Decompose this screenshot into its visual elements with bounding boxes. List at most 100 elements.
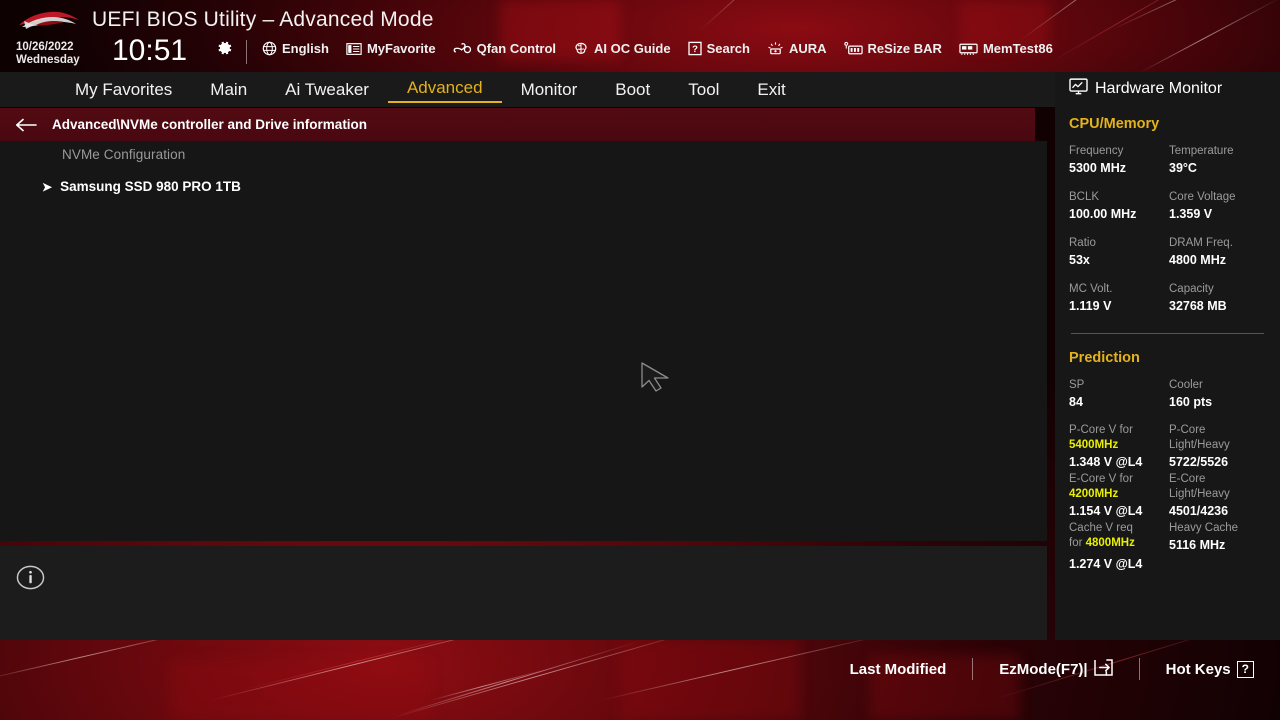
- toolbar-item-search[interactable]: ? Search: [687, 41, 750, 56]
- readout-label: Heavy Cache 5116 MHz: [1169, 521, 1266, 555]
- hot-keys-label: Hot Keys: [1165, 660, 1231, 678]
- toolbar-item-resize-bar[interactable]: ReSize BAR: [843, 41, 942, 56]
- menu-tab-tool[interactable]: Tool: [669, 78, 738, 102]
- aura-light-icon: [767, 41, 784, 56]
- readout-value: 1.154 V @L4: [1069, 504, 1143, 518]
- readout-label: P-Core Light/Heavy: [1169, 423, 1266, 453]
- sidebar-title: Hardware Monitor: [1069, 78, 1266, 100]
- menu-tab-my-favorites[interactable]: My Favorites: [56, 78, 191, 102]
- readout-value: 32768 MB: [1169, 299, 1227, 313]
- main-menu-bar: My Favorites Main Ai Tweaker Advanced Mo…: [0, 72, 1055, 107]
- toolbar-label: English: [282, 41, 329, 56]
- sidebar-divider: [1071, 333, 1264, 334]
- fan-icon: [453, 41, 472, 56]
- readout-label: P-Core V for 5400MHz: [1069, 423, 1169, 453]
- readout-label: Temperature: [1169, 145, 1234, 157]
- readout-label: Ratio: [1069, 237, 1096, 249]
- readout-label: Frequency: [1069, 145, 1124, 157]
- help-info-strip: [0, 546, 1047, 640]
- menu-tab-boot[interactable]: Boot: [596, 78, 669, 102]
- readout-label-text: P-Core V for: [1069, 424, 1133, 436]
- breadcrumb: Advanced\NVMe controller and Drive infor…: [0, 108, 1035, 141]
- info-circle-icon[interactable]: [16, 563, 45, 592]
- brain-icon: [573, 42, 589, 56]
- globe-icon: [262, 41, 277, 56]
- date-value: 10/26/2022: [16, 41, 74, 53]
- bios-screen: UEFI BIOS Utility – Advanced Mode 10/26/…: [0, 0, 1280, 720]
- readout-value: 1.274 V @L4: [1069, 557, 1143, 571]
- date-display: 10/26/2022 Wednesday: [16, 41, 80, 66]
- toolbar-label: ReSize BAR: [867, 41, 942, 56]
- hot-keys-button[interactable]: Hot Keys ?: [1140, 660, 1280, 678]
- readout-label-text: Light/Heavy: [1169, 439, 1230, 451]
- readout-value: 5722/5526: [1169, 455, 1229, 469]
- breadcrumb-path: Advanced\NVMe controller and Drive infor…: [52, 117, 368, 132]
- readout-label: Capacity: [1169, 283, 1214, 295]
- list-item-samsung-ssd-980-pro-1tb[interactable]: ➤ Samsung SSD 980 PRO 1TB: [42, 179, 241, 194]
- sidebar-section-cpu-memory: CPU/Memory: [1069, 116, 1160, 132]
- weekday-value: Wednesday: [16, 53, 80, 66]
- section-header-nvme-configuration: NVMe Configuration: [62, 147, 186, 162]
- readout-value: 39°C: [1169, 161, 1197, 175]
- readout-value: 5300 MHz: [1069, 161, 1126, 175]
- readout-label-highlight: 4800MHz: [1085, 537, 1135, 549]
- ezmode-button[interactable]: EzMode(F7)|: [973, 658, 1138, 680]
- toolbar-item-english[interactable]: English: [262, 41, 329, 56]
- svg-text:?: ?: [692, 44, 698, 55]
- readout-label-text: for: [1069, 537, 1083, 549]
- list-item-label: Samsung SSD 980 PRO 1TB: [60, 179, 241, 194]
- toolbar-item-myfavorite[interactable]: MyFavorite: [346, 41, 436, 56]
- favorites-list-icon: [346, 42, 362, 56]
- resize-bar-icon: [843, 41, 863, 56]
- back-arrow-icon[interactable]: [0, 118, 52, 132]
- toolbar-label: MemTest86: [982, 41, 1053, 56]
- readout-label: SP: [1069, 379, 1085, 391]
- menu-tab-main[interactable]: Main: [191, 78, 266, 102]
- readout-label-text: Cache V req: [1069, 522, 1133, 534]
- readout-label-text: Light/Heavy: [1169, 488, 1230, 500]
- toolbar-label: AURA: [788, 41, 827, 56]
- readout-value: 1.359 V: [1169, 207, 1213, 221]
- gear-icon[interactable]: [214, 38, 234, 58]
- submenu-arrow-icon: ➤: [42, 179, 53, 194]
- last-modified-button[interactable]: Last Modified: [824, 661, 973, 678]
- header-toolbar: English MyFavorite Qfan Control AI OC Gu…: [262, 41, 1053, 56]
- sidebar-section-prediction: Prediction: [1069, 350, 1140, 366]
- header-bar: UEFI BIOS Utility – Advanced Mode 10/26/…: [0, 0, 1280, 72]
- readout-value: 4800 MHz: [1169, 253, 1226, 267]
- menu-tab-monitor[interactable]: Monitor: [502, 78, 597, 102]
- readout-label: Cooler: [1169, 379, 1203, 391]
- readout-value: 1.119 V: [1069, 299, 1112, 313]
- readout-label-highlight: 5400MHz: [1069, 439, 1119, 451]
- toolbar-item-ai-oc-guide[interactable]: AI OC Guide: [573, 41, 671, 56]
- readout-label-text: P-Core: [1169, 424, 1206, 436]
- ezmode-label: EzMode(F7)|: [999, 660, 1088, 678]
- readout-value: 5116 MHz: [1169, 538, 1226, 552]
- toolbar-label: AI OC Guide: [594, 41, 671, 56]
- readout-label-text: E-Core V for: [1069, 473, 1133, 485]
- readout-value: 100.00 MHz: [1069, 207, 1137, 221]
- footer-bar: Last Modified EzMode(F7)| Hot Keys ? Ver…: [0, 640, 1280, 720]
- question-box-icon: ?: [687, 41, 702, 56]
- hot-keys-badge: ?: [1236, 660, 1254, 678]
- menu-tab-ai-tweaker[interactable]: Ai Tweaker: [266, 78, 388, 102]
- sidebar-title-label: Hardware Monitor: [1095, 80, 1223, 97]
- exit-arrow-icon: [1093, 658, 1113, 680]
- readout-value: 4501/4236: [1169, 504, 1229, 518]
- hardware-monitor-sidebar: Hardware Monitor CPU/Memory Frequency Te…: [1055, 72, 1280, 640]
- menu-tab-advanced[interactable]: Advanced: [387, 76, 502, 103]
- menu-tab-exit[interactable]: Exit: [738, 78, 804, 102]
- readout-label: E-Core V for 4200MHz: [1069, 472, 1169, 502]
- toolbar-item-memtest86[interactable]: MemTest86: [959, 41, 1053, 56]
- content-panel: NVMe Configuration ➤ Samsung SSD 980 PRO…: [0, 141, 1047, 541]
- toolbar-item-aura[interactable]: AURA: [767, 41, 827, 56]
- toolbar-label: Qfan Control: [476, 41, 557, 56]
- readout-value: 84: [1069, 395, 1083, 409]
- toolbar-item-qfan-control[interactable]: Qfan Control: [453, 41, 556, 56]
- readout-value: 53x: [1069, 253, 1090, 267]
- prediction-readouts: SP Cooler 84 160 pts P-Core V for 5400MH…: [1069, 377, 1266, 574]
- readout-value: 160 pts: [1169, 395, 1213, 409]
- header-divider: [246, 40, 247, 64]
- footer-actions: Last Modified EzMode(F7)| Hot Keys ?: [824, 658, 1280, 680]
- clock-display: 10:51: [112, 34, 188, 67]
